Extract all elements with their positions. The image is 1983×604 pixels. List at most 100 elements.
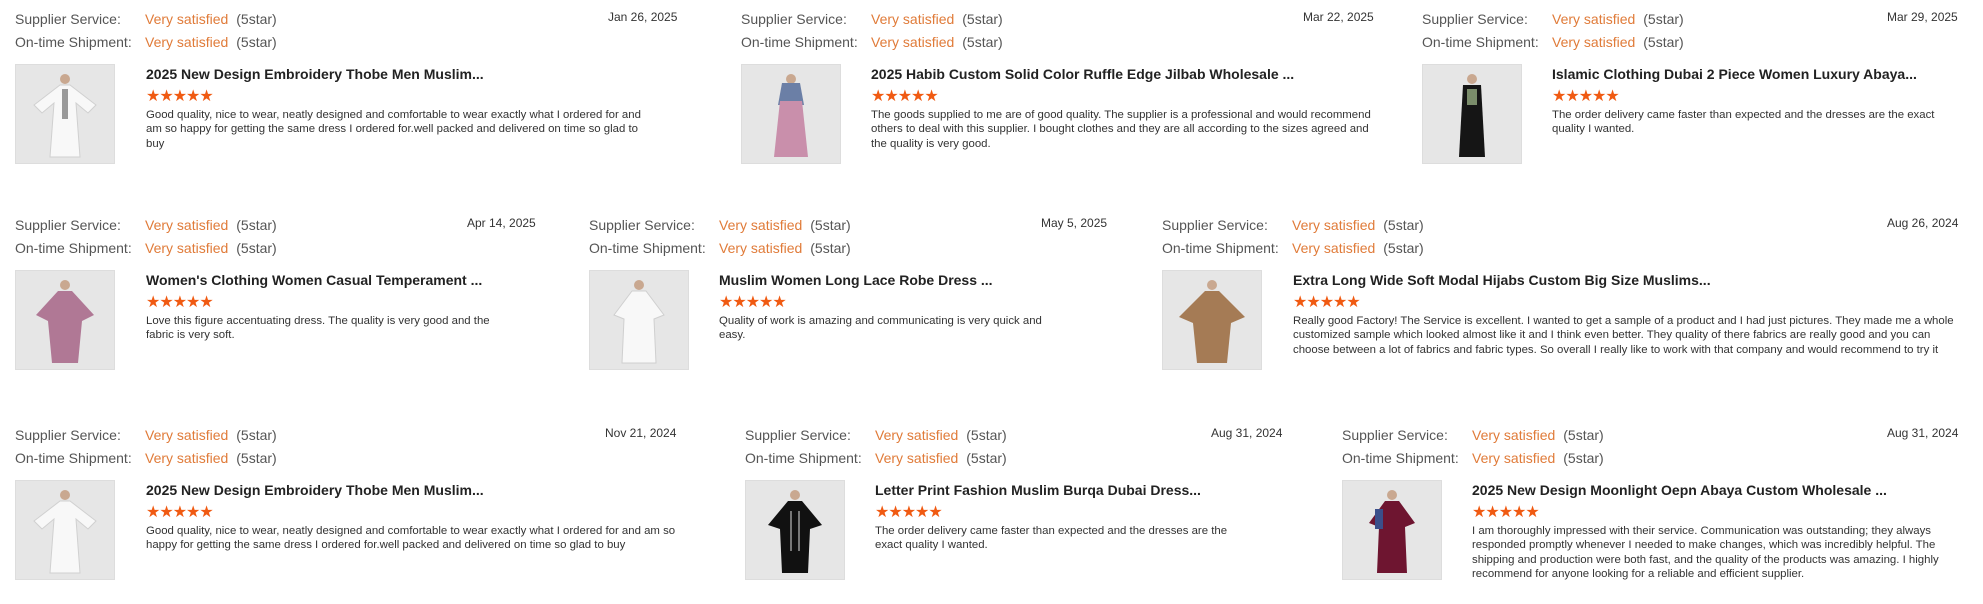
shipment-label: On-time Shipment: <box>15 240 132 256</box>
shipment-rating: Very satisfied <box>145 450 229 466</box>
rating-stars: ★★★★★ <box>1552 88 1620 105</box>
supplier-stars: (5star) <box>962 11 1003 27</box>
white-abaya-image[interactable] <box>15 64 115 164</box>
supplier-rating: Very satisfied <box>875 427 959 443</box>
shipment-label: On-time Shipment: <box>1342 450 1459 466</box>
review-text: Good quality, nice to wear, neatly desig… <box>146 109 641 150</box>
supplier-service-row: Supplier Service: Very satisfied (5star) <box>741 10 1003 28</box>
supplier-service-label: Supplier Service: <box>589 217 695 233</box>
supplier-rating: Very satisfied <box>1472 427 1556 443</box>
supplier-service-label: Supplier Service: <box>15 11 121 27</box>
supplier-service-row: Supplier Service: Very satisfied (5star) <box>745 426 1007 444</box>
shipment-label: On-time Shipment: <box>1422 34 1539 50</box>
review-text: Good quality, nice to wear, neatly desig… <box>146 525 676 552</box>
supplier-service-row: Supplier Service: Very satisfied (5star) <box>15 216 277 234</box>
supplier-service-row: Supplier Service: Very satisfied (5star) <box>1422 10 1684 28</box>
product-title[interactable]: Extra Long Wide Soft Modal Hijabs Custom… <box>1293 272 1711 288</box>
shipment-stars: (5star) <box>962 34 1003 50</box>
shipment-rating: Very satisfied <box>875 450 959 466</box>
review-card: Supplier Service: Very satisfied (5star) O… <box>1342 426 1962 596</box>
shipment-rating: Very satisfied <box>1472 450 1556 466</box>
review-card: Supplier Service: Very satisfied (5star) O… <box>741 10 1381 170</box>
shipment-row: On-time Shipment: Very satisfied (5star) <box>745 449 1007 467</box>
review-card: Supplier Service: Very satisfied (5star) O… <box>15 10 685 170</box>
review-date: Aug 31, 2024 <box>1211 426 1283 440</box>
supplier-service-row: Supplier Service: Very satisfied (5star) <box>1162 216 1424 234</box>
supplier-service-label: Supplier Service: <box>15 427 121 443</box>
review-date: Aug 26, 2024 <box>1887 216 1959 230</box>
review-card: Supplier Service: Very satisfied (5star) O… <box>15 426 685 586</box>
black-abaya-image[interactable] <box>1422 64 1522 164</box>
shipment-label: On-time Shipment: <box>15 34 132 50</box>
supplier-service-row: Supplier Service: Very satisfied (5star) <box>589 216 851 234</box>
supplier-rating: Very satisfied <box>145 427 229 443</box>
shipment-stars: (5star) <box>1383 240 1424 256</box>
review-text: Really good Factory! The Service is exce… <box>1293 315 1954 356</box>
review-date: Jan 26, 2025 <box>608 10 678 24</box>
mauve-dress-image[interactable] <box>15 270 115 370</box>
camel-kaftan-image[interactable] <box>1162 270 1262 370</box>
product-title[interactable]: 2025 Habib Custom Solid Color Ruffle Edg… <box>871 66 1294 82</box>
supplier-service-row: Supplier Service: Very satisfied (5star) <box>15 10 277 28</box>
supplier-service-label: Supplier Service: <box>745 427 851 443</box>
supplier-rating: Very satisfied <box>1292 217 1376 233</box>
shipment-label: On-time Shipment: <box>15 450 132 466</box>
supplier-stars: (5star) <box>1563 427 1604 443</box>
rating-stars: ★★★★★ <box>146 504 214 521</box>
black-burqa-image[interactable] <box>745 480 845 580</box>
pink-jilbab-image[interactable] <box>741 64 841 164</box>
rating-stars: ★★★★★ <box>1472 504 1540 521</box>
supplier-service-label: Supplier Service: <box>1342 427 1448 443</box>
shipment-rating: Very satisfied <box>871 34 955 50</box>
supplier-rating: Very satisfied <box>719 217 803 233</box>
review-date: May 5, 2025 <box>1041 216 1108 230</box>
review-card: Supplier Service: Very satisfied (5star) O… <box>745 426 1305 586</box>
shipment-stars: (5star) <box>236 34 277 50</box>
product-title[interactable]: 2025 New Design Embroidery Thobe Men Mus… <box>146 482 484 498</box>
product-title[interactable]: 2025 New Design Embroidery Thobe Men Mus… <box>146 66 484 82</box>
supplier-service-label: Supplier Service: <box>741 11 847 27</box>
supplier-rating: Very satisfied <box>1552 11 1636 27</box>
supplier-stars: (5star) <box>236 427 277 443</box>
shipment-row: On-time Shipment: Very satisfied (5star) <box>741 33 1003 51</box>
shipment-stars: (5star) <box>810 240 851 256</box>
product-title[interactable]: Muslim Women Long Lace Robe Dress ... <box>719 272 993 288</box>
product-title[interactable]: Islamic Clothing Dubai 2 Piece Women Lux… <box>1552 66 1917 82</box>
rating-stars: ★★★★★ <box>719 294 787 311</box>
product-title[interactable]: Women's Clothing Women Casual Temperamen… <box>146 272 482 288</box>
supplier-service-row: Supplier Service: Very satisfied (5star) <box>15 426 277 444</box>
review-card: Supplier Service: Very satisfied (5star) O… <box>1162 216 1962 386</box>
review-text: Quality of work is amazing and communica… <box>719 315 1042 342</box>
shipment-rating: Very satisfied <box>1292 240 1376 256</box>
review-text: I am thoroughly impressed with their ser… <box>1472 525 1939 581</box>
rating-stars: ★★★★★ <box>1293 294 1361 311</box>
shipment-row: On-time Shipment: Very satisfied (5star) <box>15 449 277 467</box>
supplier-rating: Very satisfied <box>145 217 229 233</box>
shipment-stars: (5star) <box>236 450 277 466</box>
product-title[interactable]: Letter Print Fashion Muslim Burqa Dubai … <box>875 482 1201 498</box>
maroon-abaya-image[interactable] <box>1342 480 1442 580</box>
product-title[interactable]: 2025 New Design Moonlight Oepn Abaya Cus… <box>1472 482 1887 498</box>
review-date: Mar 22, 2025 <box>1303 10 1374 24</box>
supplier-rating: Very satisfied <box>871 11 955 27</box>
review-date: Aug 31, 2024 <box>1887 426 1959 440</box>
shipment-stars: (5star) <box>1643 34 1684 50</box>
shipment-stars: (5star) <box>1563 450 1604 466</box>
supplier-rating: Very satisfied <box>145 11 229 27</box>
shipment-rating: Very satisfied <box>145 240 229 256</box>
rating-stars: ★★★★★ <box>146 88 214 105</box>
shipment-label: On-time Shipment: <box>745 450 862 466</box>
review-date: Nov 21, 2024 <box>605 426 677 440</box>
shipment-row: On-time Shipment: Very satisfied (5star) <box>1342 449 1604 467</box>
supplier-stars: (5star) <box>236 217 277 233</box>
rating-stars: ★★★★★ <box>871 88 939 105</box>
white-abaya-image[interactable] <box>15 480 115 580</box>
rating-stars: ★★★★★ <box>146 294 214 311</box>
supplier-stars: (5star) <box>810 217 851 233</box>
white-lace-robe-image[interactable] <box>589 270 689 370</box>
supplier-stars: (5star) <box>236 11 277 27</box>
shipment-rating: Very satisfied <box>145 34 229 50</box>
supplier-stars: (5star) <box>1643 11 1684 27</box>
shipment-row: On-time Shipment: Very satisfied (5star) <box>1422 33 1684 51</box>
shipment-row: On-time Shipment: Very satisfied (5star) <box>15 239 277 257</box>
